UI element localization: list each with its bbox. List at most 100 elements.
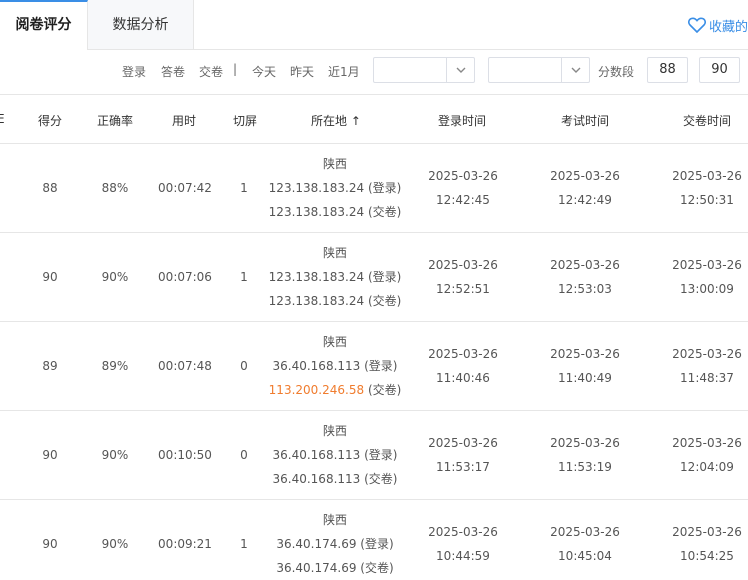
table-row[interactable]: 88 88% 00:07:42 1 陕西 123.138.183.24 (登录) 123.1…	[0, 144, 748, 233]
submit-time: 11:48:37	[680, 371, 734, 385]
ip-login: 123.138.183.24	[268, 270, 365, 284]
exam-time: 11:40:49	[558, 371, 612, 385]
score-max-input[interactable]: 90	[699, 57, 740, 83]
login-time: 11:40:46	[436, 371, 490, 385]
header-exam-time[interactable]: 考试时间	[561, 112, 609, 129]
exam-time: 11:53:19	[558, 460, 612, 474]
table-row[interactable]: 90 90% 00:10:50 0 陕西 36.40.168.113 (登录) 36.40.…	[0, 411, 748, 500]
score-min-input[interactable]: 88	[647, 57, 688, 83]
header-location-label: 所在地	[311, 114, 348, 128]
ip-login: 36.40.174.69	[276, 537, 357, 551]
score-cell: 90	[42, 537, 58, 551]
switch-cell: 0	[240, 448, 248, 462]
submit-date: 2025-03-26	[672, 525, 742, 539]
login-time: 10:44:59	[436, 549, 490, 563]
login-date: 2025-03-26	[428, 525, 498, 539]
date-start-select[interactable]	[373, 57, 475, 83]
filter-answering[interactable]: 答卷	[161, 63, 185, 80]
score-cell: 90	[42, 448, 58, 462]
ip-login: 36.40.168.113	[272, 448, 361, 462]
ip-submit-line: 36.40.174.69 (交卷)	[255, 556, 415, 580]
ip-submit-line: 123.138.183.24 (交卷)	[255, 200, 415, 224]
ip-submit-suffix: (交卷)	[367, 205, 402, 219]
ip-submit-line: 123.138.183.24 (交卷)	[255, 289, 415, 313]
header-location[interactable]: 所在地 ↑	[311, 112, 361, 129]
login-time: 11:53:17	[436, 460, 490, 474]
exam-date: 2025-03-26	[550, 258, 620, 272]
table-row[interactable]: 90 90% 00:09:21 1 陕西 36.40.174.69 (登录) 36.40.1…	[0, 500, 748, 580]
province: 陕西	[322, 335, 347, 349]
tab-bar: 阅卷评分 数据分析 收藏的	[0, 0, 748, 50]
ip-login: 36.40.168.113	[272, 359, 361, 373]
tab-grading[interactable]: 阅卷评分	[0, 0, 88, 50]
province: 陕西	[322, 246, 347, 260]
province: 陕西	[322, 513, 347, 527]
login-time-cell: 2025-03-26 12:52:51	[420, 253, 506, 301]
ip-submit: 113.200.246.58	[268, 383, 365, 397]
login-time-cell: 2025-03-26 12:42:45	[420, 164, 506, 212]
header-score[interactable]: 得分	[38, 112, 62, 129]
switch-cell: 1	[240, 270, 248, 284]
table-row[interactable]: 89 89% 00:07:48 0 陕西 36.40.168.113 (登录) 113.20…	[0, 322, 748, 411]
exam-time: 10:45:04	[558, 549, 612, 563]
ip-submit: 123.138.183.24	[268, 205, 365, 219]
location-cell: 陕西 36.40.168.113 (登录) 36.40.168.113 (交卷)	[255, 419, 415, 491]
accuracy-cell: 90%	[101, 537, 129, 551]
login-time: 12:52:51	[436, 282, 490, 296]
tab-data-analysis[interactable]: 数据分析	[88, 0, 194, 50]
submit-time-cell: 2025-03-26 12:50:31	[664, 164, 748, 212]
ip-login-line: 123.138.183.24 (登录)	[255, 176, 415, 200]
switch-cell: 1	[240, 181, 248, 195]
filter-yesterday[interactable]: 昨天	[290, 63, 314, 80]
filter-submitted[interactable]: 交卷	[199, 63, 223, 80]
ip-submit-suffix: (交卷)	[367, 383, 402, 397]
filter-last-month[interactable]: 近1月	[328, 63, 360, 80]
header-accuracy[interactable]: 正确率	[97, 112, 133, 129]
header-duration[interactable]: 用时	[172, 112, 196, 129]
accuracy-cell: 88%	[101, 181, 129, 195]
exam-time-cell: 2025-03-26 12:42:49	[542, 164, 628, 212]
login-time: 12:42:45	[436, 193, 490, 207]
ip-login-line: 36.40.168.113 (登录)	[255, 354, 415, 378]
login-time-cell: 2025-03-26 10:44:59	[420, 520, 506, 568]
exam-time-cell: 2025-03-26 11:53:19	[542, 431, 628, 479]
submit-time-cell: 2025-03-26 11:48:37	[664, 342, 748, 390]
submit-time: 10:54:25	[680, 549, 734, 563]
ip-login-line: 36.40.168.113 (登录)	[255, 443, 415, 467]
submit-date: 2025-03-26	[672, 436, 742, 450]
header-clipped: E	[0, 112, 5, 126]
favorite-button[interactable]: 收藏的	[687, 15, 748, 35]
submit-time: 12:50:31	[680, 193, 734, 207]
duration-cell: 00:07:06	[158, 270, 212, 284]
switch-cell: 0	[240, 359, 248, 373]
exam-date: 2025-03-26	[550, 347, 620, 361]
duration-cell: 00:07:48	[158, 359, 212, 373]
ip-submit-line: 36.40.168.113 (交卷)	[255, 467, 415, 491]
duration-cell: 00:10:50	[158, 448, 212, 462]
filter-today[interactable]: 今天	[252, 63, 276, 80]
date-end-select[interactable]	[488, 57, 590, 83]
score-cell: 89	[42, 359, 58, 373]
chevron-down-icon	[446, 58, 474, 82]
header-submit-time[interactable]: 交卷时间	[683, 112, 731, 129]
accuracy-cell: 90%	[101, 270, 129, 284]
table-header: E 得分 正确率 用时 切屏 所在地 ↑ 登录时间 考试时间 交卷时间	[0, 94, 748, 144]
location-cell: 陕西 36.40.174.69 (登录) 36.40.174.69 (交卷)	[255, 508, 415, 580]
ip-submit: 36.40.174.69	[276, 561, 357, 575]
filter-bar: 登录 答卷 交卷 | 今天 昨天 近1月 分数段 88 90	[0, 50, 748, 94]
submit-date: 2025-03-26	[672, 169, 742, 183]
filter-login[interactable]: 登录	[122, 63, 146, 80]
table-row[interactable]: 90 90% 00:07:06 1 陕西 123.138.183.24 (登录) 123.1…	[0, 233, 748, 322]
province: 陕西	[322, 157, 347, 171]
score-cell: 88	[42, 181, 58, 195]
exam-time-cell: 2025-03-26 11:40:49	[542, 342, 628, 390]
heart-outline-icon	[687, 17, 706, 33]
login-date: 2025-03-26	[428, 258, 498, 272]
login-date: 2025-03-26	[428, 436, 498, 450]
accuracy-cell: 90%	[101, 448, 129, 462]
switch-cell: 1	[240, 537, 248, 551]
header-screen-switch[interactable]: 切屏	[233, 112, 257, 129]
ip-submit-suffix: (交卷)	[360, 561, 394, 575]
ip-login-suffix: (登录)	[367, 270, 402, 284]
header-login-time[interactable]: 登录时间	[438, 112, 486, 129]
